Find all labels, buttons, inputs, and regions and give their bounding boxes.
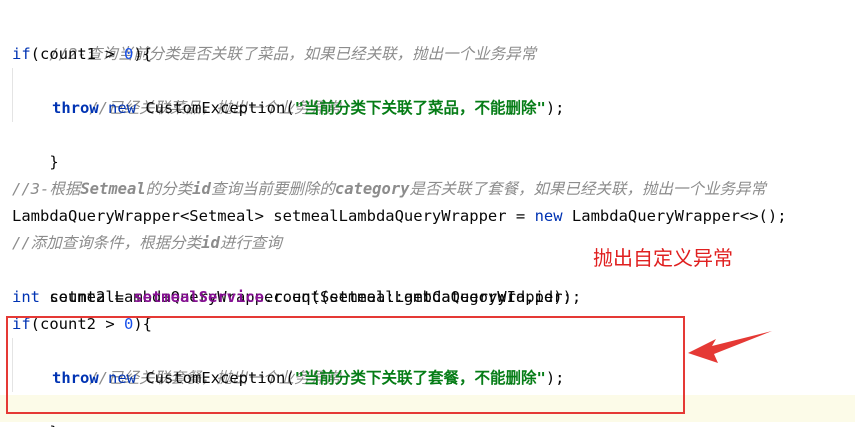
keyword-int: int: [12, 288, 40, 306]
comment: 查询当前要删除的: [210, 180, 335, 198]
code-line-7[interactable]: LambdaQueryWrapper<Setmeal> setmealLambd…: [12, 203, 787, 230]
comment: 进行查询: [219, 234, 282, 252]
comment: //3-根据: [12, 180, 81, 198]
keyword-if: if: [12, 45, 31, 63]
comment: 的分类: [145, 180, 193, 198]
code-text: ){: [133, 45, 153, 63]
annotation-label: 抛出自定义异常: [593, 246, 733, 270]
code-text: LambdaQueryWrapper<Setmeal> setmealLambd…: [12, 207, 535, 225]
keyword-new: new: [108, 99, 137, 117]
code-line-2[interactable]: if(count1 > 0){: [12, 41, 152, 68]
code-line-10[interactable]: int count2 = setmealService.count(setmea…: [12, 284, 581, 311]
keyword-throw: throw: [52, 99, 99, 117]
comment: 是否关联了套餐，如果已经关联，抛出一个业务异常: [409, 180, 767, 198]
closing-brace: }: [49, 423, 58, 427]
closing-brace: }: [49, 153, 59, 171]
code-text: .count(setmealLambdaQueryWrapper);: [263, 288, 582, 306]
code-line-8[interactable]: //添加查询条件，根据分类id进行查询: [12, 230, 282, 257]
code-line-4[interactable]: throw new CustomException("当前分类下关联了菜品，不能…: [12, 95, 565, 122]
comment-bold: id: [201, 234, 220, 252]
code-editor[interactable]: //2-查询当前分类是否关联了菜品，如果已经关联，抛出一个业务异常 if(cou…: [0, 0, 855, 427]
code-line-9[interactable]: setmealLambdaQueryWrapper.eq(Setmeal::ge…: [12, 257, 572, 306]
code-line-3[interactable]: //已经关联菜品，抛出一个业务异常: [12, 68, 340, 117]
comment: //添加查询条件，根据分类: [12, 234, 202, 252]
arrow-icon: [688, 331, 772, 363]
code-text: LambdaQueryWrapper<>();: [562, 207, 787, 225]
string-literal: "当前分类下关联了菜品，不能删除": [294, 99, 546, 117]
number-literal: 0: [124, 45, 134, 63]
code-text: );: [545, 99, 565, 117]
code-text: count2 =: [40, 288, 134, 306]
comment-bold: id: [192, 180, 211, 198]
code-line-5[interactable]: }: [12, 122, 58, 171]
comment-bold: category: [334, 180, 410, 198]
comment-bold: Setmeal: [80, 180, 146, 198]
code-line-1[interactable]: //2-查询当前分类是否关联了菜品，如果已经关联，抛出一个业务异常: [12, 14, 536, 63]
code-line-6[interactable]: //3-根据Setmeal的分类id查询当前要删除的category是否关联了套…: [12, 176, 766, 203]
highlight-box: [6, 316, 685, 414]
field-reference: setmealService: [133, 288, 264, 306]
keyword-new: new: [534, 207, 563, 225]
code-text: CustomException(: [136, 99, 295, 117]
code-text: (count1 >: [30, 45, 124, 63]
